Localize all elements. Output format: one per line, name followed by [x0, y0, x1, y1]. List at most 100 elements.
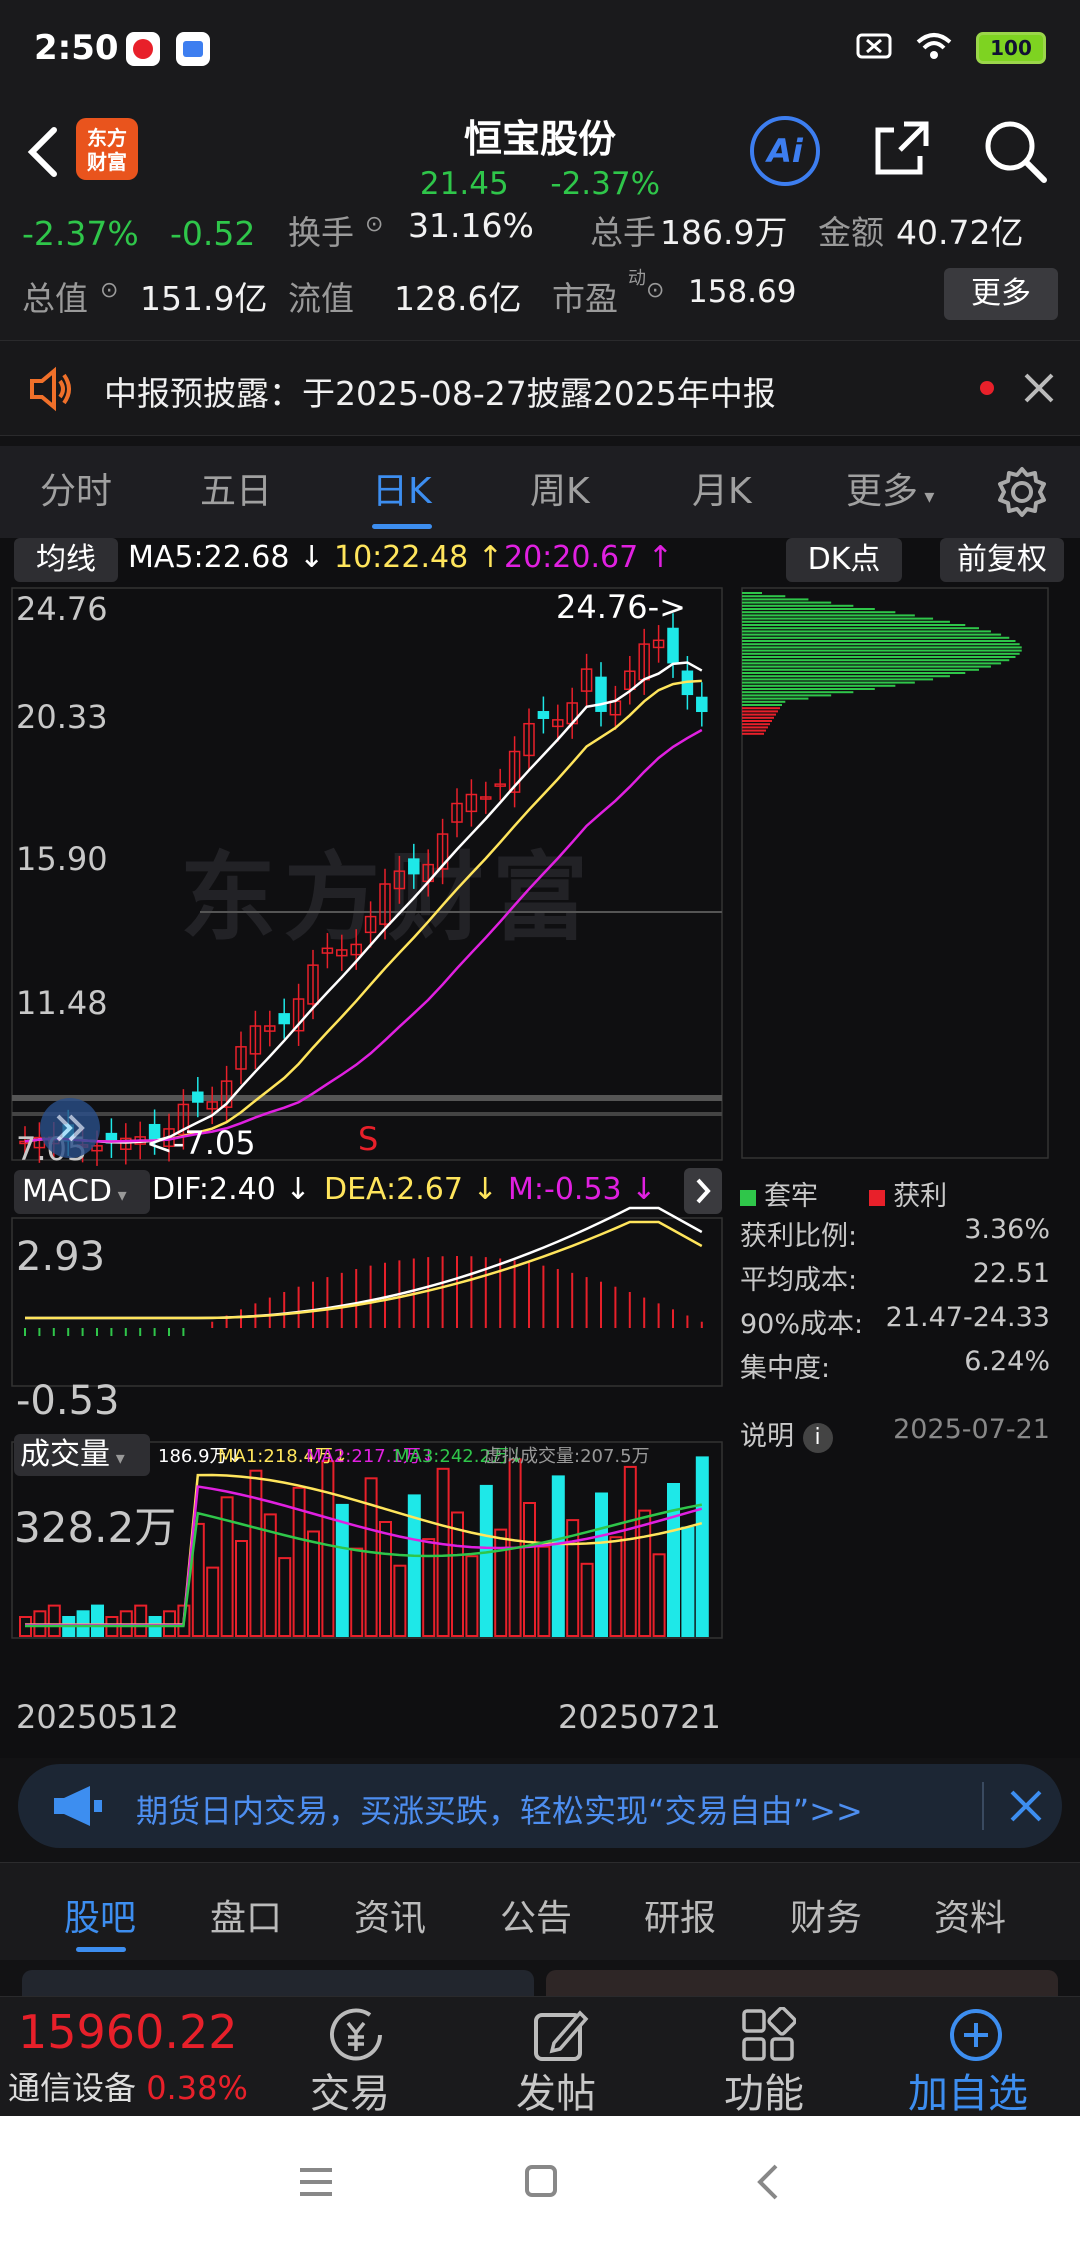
ad-banner[interactable]: 期货日内交易，买涨买跌，轻松实现“交易自由”>>	[18, 1764, 1062, 1848]
macd-name: MACD	[22, 1174, 112, 1209]
tab-more[interactable]: 更多 ▾	[846, 462, 934, 514]
volume-value: 186.9万	[660, 213, 788, 252]
collapse-icon[interactable]	[40, 1098, 100, 1158]
chip-bar	[742, 694, 832, 697]
chip-stat-row: 获利比例: 3.36%	[740, 1214, 1050, 1253]
chip-bar	[742, 688, 875, 690]
high-marker: 24.76->	[556, 588, 686, 626]
app-notification-icon	[176, 32, 210, 66]
pe-label: 市盈	[552, 279, 618, 318]
profit-label: 获利	[893, 1181, 948, 1212]
volume-name: 成交量	[20, 1437, 110, 1472]
chip-bar	[742, 678, 934, 681]
volume-bar	[580, 1562, 594, 1637]
volume-selector[interactable]: 成交量 ▾	[14, 1434, 150, 1476]
turnover-label: 换手	[288, 213, 354, 252]
indicator-selector[interactable]: 均线	[14, 538, 118, 582]
stock-header: 东方 财富 恒宝股份 21.45 -2.37% Ai	[0, 100, 1080, 210]
adjust-button[interactable]: 前复权	[940, 538, 1064, 582]
plus-circle-icon[interactable]	[948, 2007, 1004, 2067]
tab-minute[interactable]: 分时	[40, 462, 112, 514]
chip-bar	[742, 595, 786, 598]
trade-button[interactable]: 交易	[310, 2061, 390, 2119]
sector-index-value[interactable]: 15960.22	[18, 2005, 238, 2059]
chip-bar	[742, 672, 966, 674]
chip-note[interactable]: 说明	[740, 1421, 794, 1452]
content-card	[546, 1970, 1058, 1996]
chip-bar	[742, 604, 854, 607]
volume-top-value: 328.2万	[14, 1503, 177, 1552]
share-icon[interactable]	[870, 116, 934, 184]
tab-market[interactable]: 盘口	[210, 1889, 282, 1941]
volume-bar	[249, 1469, 263, 1638]
chip-bar	[742, 723, 770, 726]
add-watchlist-button[interactable]: 加自选	[908, 2061, 1028, 2119]
more-button[interactable]: 更多	[944, 268, 1058, 320]
function-button[interactable]: 功能	[724, 2061, 804, 2119]
battery-icon: 100	[976, 32, 1046, 64]
chip-bar	[742, 707, 780, 710]
chip-bar	[742, 627, 979, 630]
macd-dea: DEA:2.67 ↓	[324, 1172, 498, 1207]
close-icon[interactable]	[1022, 371, 1056, 409]
volume-bar	[235, 1540, 248, 1637]
tab-daily-k[interactable]: 日K	[372, 462, 432, 514]
chip-stat-row: 90%成本: 21.47-24.33	[740, 1302, 1050, 1341]
apps-icon[interactable]	[740, 2006, 797, 2067]
tab-five-day[interactable]: 五日	[200, 462, 272, 514]
current-price: 21.45	[419, 166, 509, 202]
sim-icon	[856, 31, 892, 65]
back-icon[interactable]	[756, 2162, 780, 2206]
tab-finance[interactable]: 财务	[790, 1889, 862, 1941]
tab-research[interactable]: 研报	[644, 1889, 716, 1941]
ai-assistant-icon[interactable]: Ai	[750, 116, 820, 186]
ma-line	[24, 728, 703, 1143]
chip-legend: 套牢 获利	[740, 1174, 947, 1213]
volume-bar	[681, 1526, 695, 1638]
chip-bar	[742, 729, 766, 732]
chip-bar	[742, 624, 966, 626]
dk-point-button[interactable]: DK点	[786, 538, 902, 582]
chevron-right-icon[interactable]	[684, 1168, 722, 1214]
trapped-label: 套牢	[764, 1181, 818, 1212]
ad-text: 期货日内交易，买涨买跌，轻松实现“交易自由”>>	[136, 1792, 863, 1830]
tab-weekly-k[interactable]: 周K	[530, 462, 590, 514]
tab-forum[interactable]: 股吧	[64, 1889, 136, 1941]
candle-body	[278, 1013, 290, 1025]
chip-bar	[742, 608, 875, 610]
gear-icon[interactable]	[996, 466, 1048, 522]
info-icon[interactable]: ⊙	[365, 212, 383, 237]
post-button[interactable]: 发帖	[516, 2061, 596, 2119]
search-icon[interactable]	[980, 116, 1050, 190]
chip-stat-label: 90%成本:	[740, 1309, 864, 1340]
candle-body	[696, 696, 708, 713]
amount-label: 金额	[818, 213, 884, 252]
chip-stat-value: 21.47-24.33	[885, 1302, 1050, 1333]
chip-bar	[742, 675, 950, 678]
volume-bar	[623, 1465, 637, 1638]
tab-news[interactable]: 资讯	[354, 1889, 426, 1941]
close-icon[interactable]	[1008, 1788, 1044, 1828]
price-tick: 11.48	[16, 984, 108, 1022]
chip-stat-value: 22.51	[972, 1258, 1050, 1289]
chip-bar	[742, 659, 1010, 662]
sell-signal: S	[358, 1120, 379, 1158]
tab-profile[interactable]: 资料	[934, 1889, 1006, 1941]
tab-monthly-k[interactable]: 月K	[692, 462, 752, 514]
edit-post-icon[interactable]	[532, 2007, 592, 2067]
chip-note-row: 说明 i 2025-07-21	[740, 1414, 1050, 1453]
notice-bar[interactable]: 中报预披露：于2025-08-27披露2025年中报	[0, 340, 1080, 436]
candle-body	[408, 858, 420, 875]
chart-area: 均线 MA5:22.68 ↓ 10:22.48 ↑ 20:20.67 ↑ DK点…	[0, 538, 1080, 1758]
volume-bar	[393, 1564, 407, 1638]
menu-icon[interactable]	[298, 2166, 334, 2202]
info-icon[interactable]: ⊙	[100, 278, 118, 303]
info-icon[interactable]: i	[802, 1422, 833, 1453]
info-icon[interactable]: ⊙	[646, 278, 664, 303]
home-icon[interactable]	[524, 2164, 558, 2202]
tab-announcements[interactable]: 公告	[500, 1889, 572, 1941]
macd-selector[interactable]: MACD ▾	[14, 1170, 150, 1214]
trade-icon[interactable]	[326, 2007, 386, 2067]
ma-line	[24, 661, 703, 1144]
chip-bar	[742, 665, 991, 668]
